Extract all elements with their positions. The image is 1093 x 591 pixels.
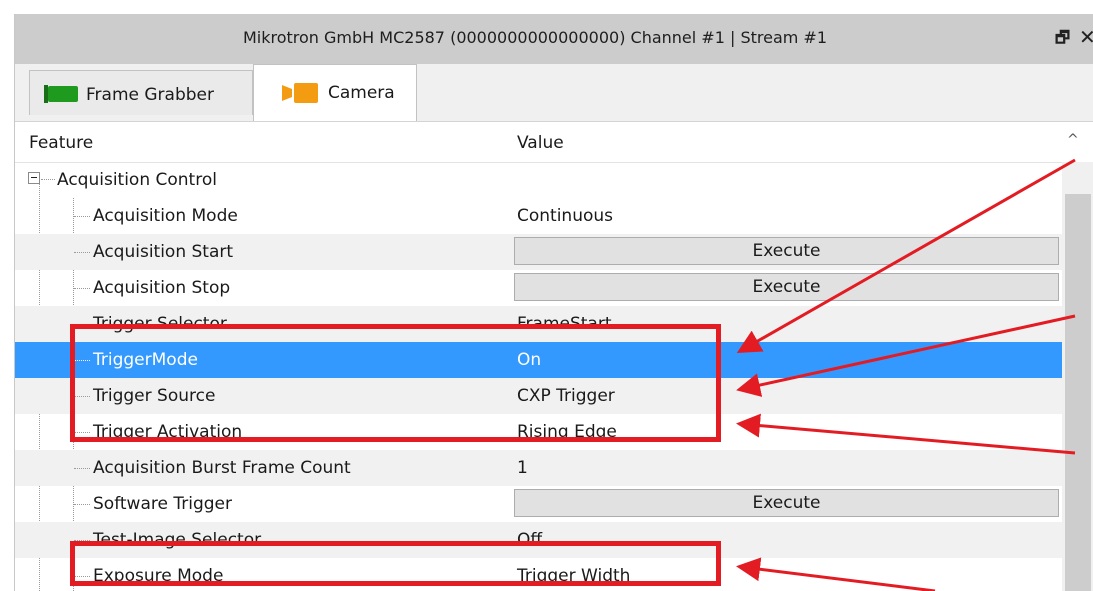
window-title: Mikrotron GmbH MC2587 (0000000000000000)… — [242, 28, 827, 47]
camera-properties-window: Mikrotron GmbH MC2587 (0000000000000000)… — [14, 14, 1093, 591]
table-row[interactable]: Acquisition Start Execute — [15, 234, 1062, 270]
trigger-settings-highlight-box — [70, 324, 721, 442]
camera-icon — [282, 83, 318, 103]
frame-grabber-icon — [44, 85, 78, 103]
column-header-feature[interactable]: Feature — [29, 133, 93, 153]
feature-value[interactable]: Continuous — [517, 206, 613, 226]
group-label: Acquisition Control — [57, 170, 217, 190]
feature-label: Acquisition Burst Frame Count — [93, 458, 351, 478]
feature-label: Acquisition Start — [93, 242, 234, 262]
group-row-acquisition-control[interactable]: Acquisition Control — [15, 162, 1062, 198]
scroll-up-icon[interactable]: ^ — [1067, 132, 1079, 148]
float-window-icon[interactable]: 🗗 — [1055, 27, 1070, 54]
tab-bar: Frame Grabber Camera — [15, 64, 1093, 122]
column-header-value[interactable]: Value — [517, 133, 564, 153]
table-header: Feature Value ^ — [15, 122, 1093, 163]
tab-label: Frame Grabber — [86, 85, 214, 105]
software-trigger-execute-button[interactable]: Execute — [514, 489, 1059, 517]
table-row[interactable]: Software Trigger Execute — [15, 486, 1062, 522]
feature-label: Software Trigger — [93, 494, 232, 514]
feature-value[interactable]: 1 — [517, 458, 528, 478]
feature-label: Acquisition Stop — [93, 278, 231, 298]
acquisition-start-execute-button[interactable]: Execute — [514, 237, 1059, 265]
acquisition-stop-execute-button[interactable]: Execute — [514, 273, 1059, 301]
scrollbar-thumb[interactable] — [1065, 194, 1091, 591]
tab-label: Camera — [328, 83, 395, 103]
tab-frame-grabber[interactable]: Frame Grabber — [29, 70, 253, 115]
exposure-mode-highlight-box — [70, 541, 721, 586]
feature-label: Acquisition Mode — [93, 206, 238, 226]
tab-camera[interactable]: Camera — [253, 64, 417, 121]
table-row[interactable]: Acquisition Burst Frame Count 1 — [15, 450, 1062, 486]
table-row[interactable]: Acquisition Mode Continuous — [15, 198, 1062, 234]
collapse-icon[interactable] — [28, 172, 40, 184]
title-bar[interactable]: Mikrotron GmbH MC2587 (0000000000000000)… — [15, 14, 1093, 64]
close-icon[interactable]: ✕ — [1079, 25, 1093, 49]
table-row[interactable]: Acquisition Stop Execute — [15, 270, 1062, 306]
